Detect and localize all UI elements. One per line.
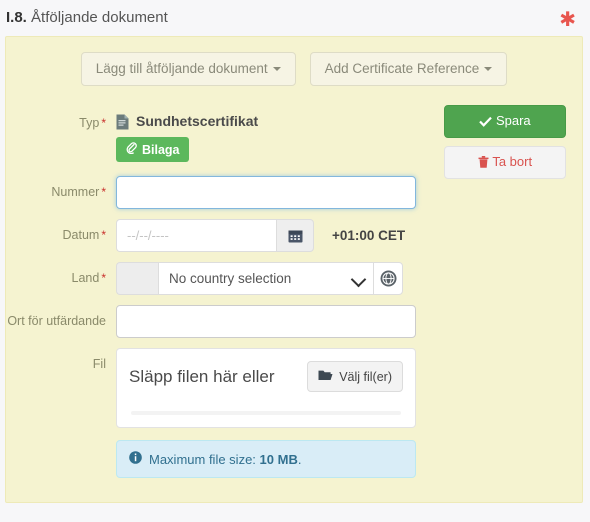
page-title: I.8. Åtföljande dokument	[6, 8, 168, 28]
date-label: Datum *	[6, 219, 116, 243]
file-dropzone[interactable]: Släpp filen här eller Välj fil(er)	[116, 348, 416, 428]
dropzone-text: Släpp filen här eller	[129, 366, 275, 386]
section-title-text: Åtföljande dokument	[31, 9, 168, 26]
required-marker: *	[101, 228, 106, 242]
choose-files-button[interactable]: Välj fil(er)	[307, 361, 403, 392]
folder-open-icon	[318, 369, 333, 384]
form-row-type: Typ * Sundhetscertifikat Bilaga	[6, 107, 582, 162]
max-file-size-alert: Maximum file size: 10 MB.	[116, 440, 416, 478]
panel-toolbar: Lägg till åtföljande dokument Add Certif…	[6, 52, 582, 86]
calendar-picker-button[interactable]	[276, 219, 314, 252]
section-number: I.8.	[6, 9, 27, 26]
form-row-place-of-issue: Ort för utfärdande	[6, 305, 582, 338]
date-input[interactable]	[116, 219, 276, 252]
max-file-size-suffix: .	[297, 451, 302, 467]
attachment-badge[interactable]: Bilaga	[116, 137, 189, 162]
info-circle-icon	[129, 451, 142, 467]
country-flag-slot	[116, 262, 158, 295]
document-form: Typ * Sundhetscertifikat Bilaga Nummer *…	[6, 107, 582, 488]
place-of-issue-label: Ort för utfärdande	[7, 314, 106, 328]
globe-button[interactable]	[373, 262, 403, 295]
type-value: Sundhetscertifikat	[116, 107, 416, 129]
required-marker: *	[101, 185, 106, 199]
file-label: Fil	[92, 357, 106, 371]
country-control: No country selection	[116, 262, 416, 295]
dropzone-row: Släpp filen här eller Välj fil(er)	[129, 361, 403, 392]
type-label: Typ *	[6, 107, 116, 131]
document-panel: Lägg till åtföljande dokument Add Certif…	[5, 36, 583, 503]
form-row-number: Nummer *	[6, 176, 582, 209]
date-input-group: +01:00 CET	[116, 219, 416, 252]
add-document-label: Lägg till åtföljande dokument	[95, 61, 268, 76]
paperclip-icon	[125, 142, 137, 157]
choose-files-label: Välj fil(er)	[339, 369, 392, 384]
number-label: Nummer *	[6, 176, 116, 200]
chevron-down-icon	[484, 67, 493, 71]
date-control: +01:00 CET	[116, 219, 416, 252]
form-row-file: Fil Släpp filen här eller Välj fil(er) M…	[6, 348, 582, 478]
form-row-date: Datum * --/--/---- +01:00 CET	[6, 219, 582, 252]
number-label-text: Nummer	[51, 185, 100, 199]
date-label-text: Datum	[62, 228, 100, 242]
country-label: Land *	[6, 262, 116, 286]
max-file-size-value: 10 MB	[259, 451, 298, 467]
required-asterisk-icon: ✱	[559, 7, 576, 31]
document-icon	[116, 114, 129, 129]
section-header: I.8. Åtföljande dokument ✱	[0, 0, 590, 36]
country-label-text: Land	[71, 271, 100, 285]
chevron-down-icon	[350, 271, 367, 288]
add-certificate-reference-dropdown-button[interactable]: Add Certificate Reference	[309, 52, 508, 86]
place-of-issue-input[interactable]	[116, 305, 416, 338]
type-label-text: Typ	[79, 116, 100, 130]
add-document-dropdown-button[interactable]: Lägg till åtföljande dokument	[80, 52, 296, 86]
country-input-group: No country selection	[116, 262, 416, 295]
country-select[interactable]: No country selection	[158, 262, 373, 295]
file-control: Släpp filen här eller Välj fil(er) Maxim…	[116, 348, 416, 478]
required-marker: *	[101, 116, 106, 130]
max-file-size-prefix: Maximum file size:	[149, 451, 256, 467]
timezone-text: +01:00 CET	[332, 228, 406, 243]
required-marker: *	[101, 271, 106, 285]
type-value-text: Sundhetscertifikat	[136, 113, 259, 129]
place-of-issue-control	[116, 305, 416, 338]
upload-progress-bar	[131, 411, 401, 415]
max-file-size-text: Maximum file size: 10 MB.	[149, 452, 301, 467]
form-row-country: Land * No country selection	[6, 262, 582, 295]
chevron-down-icon	[272, 67, 281, 71]
type-control: Sundhetscertifikat Bilaga	[116, 107, 416, 162]
country-selected-value: No country selection	[169, 271, 292, 286]
attachment-badge-label: Bilaga	[142, 142, 180, 157]
add-certificate-reference-label: Add Certificate Reference	[324, 61, 480, 76]
number-input[interactable]	[116, 176, 416, 209]
number-control	[116, 176, 416, 209]
